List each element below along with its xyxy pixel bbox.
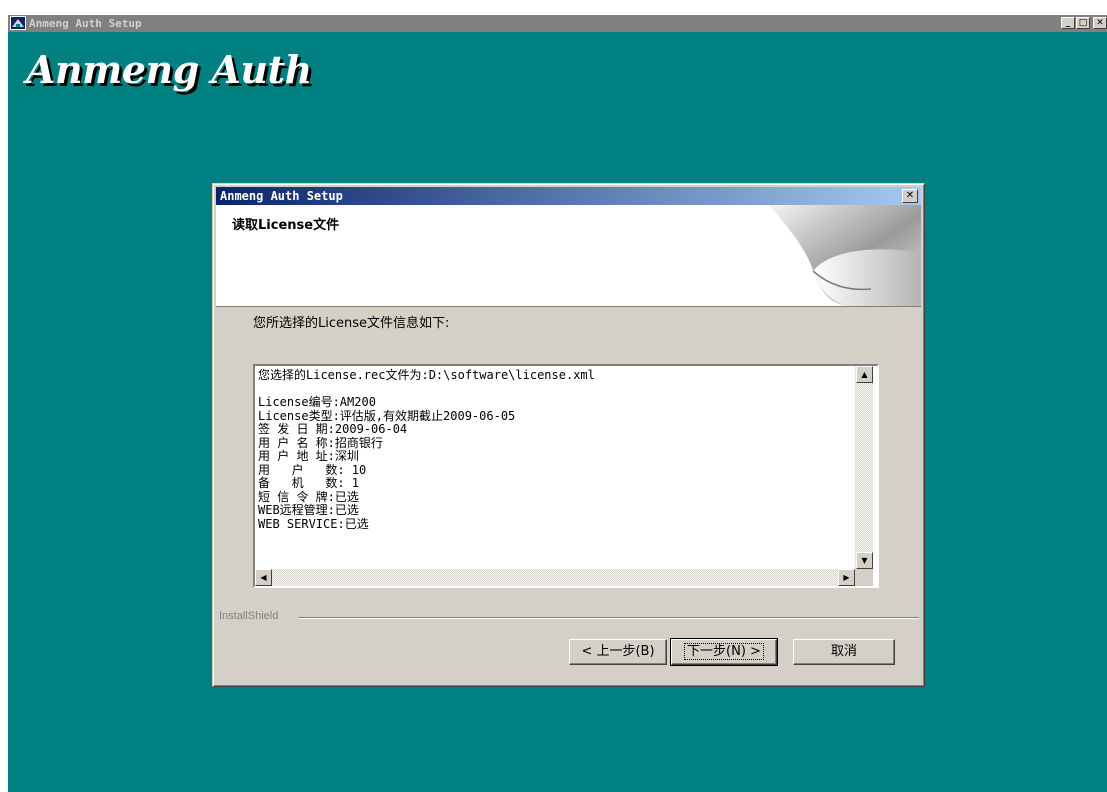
next-button[interactable]: 下一步(N) > xyxy=(670,638,778,666)
license-info-line: 短 信 令 牌:已选 xyxy=(258,489,359,504)
dialog-title: Anmeng Auth Setup xyxy=(220,189,343,203)
intro-text: 您所选择的License文件信息如下: xyxy=(253,316,450,331)
license-info-line: License编号:AM200 xyxy=(258,395,376,409)
dialog-titlebar[interactable]: Anmeng Auth Setup ✕ xyxy=(216,187,921,205)
license-info-line: WEB SERVICE:已选 xyxy=(258,516,369,531)
banner-title: Anmeng Auth xyxy=(26,47,312,92)
license-info-line: 您选择的License.rec文件为:D:\software\license.x… xyxy=(258,368,595,382)
setup-background: Anmeng Auth Setup _ □ ✕ Anmeng Auth Anme… xyxy=(8,15,1107,792)
license-info-line: WEB远程管理:已选 xyxy=(258,503,359,517)
setup-dialog: Anmeng Auth Setup ✕ 读取License文件 您所选择的Lic… xyxy=(212,183,925,687)
cancel-button[interactable]: 取消 xyxy=(793,639,895,665)
dialog-heading: 读取License文件 xyxy=(232,218,340,233)
close-window-button[interactable]: ✕ xyxy=(1093,17,1107,29)
maximize-button[interactable]: □ xyxy=(1076,17,1090,29)
license-info-textbox[interactable]: 您选择的License.rec文件为:D:\software\license.x… xyxy=(253,364,879,588)
installshield-label: InstallShield xyxy=(219,610,283,622)
license-info-line: License类型:评估版,有效期截止2009-06-05 xyxy=(258,408,516,423)
license-info-line: 用 户 名 称:招商银行 xyxy=(258,435,383,450)
horizontal-scrollbar[interactable]: ◀ ▶ xyxy=(255,569,855,586)
license-info-line: 签 发 日 期:2009-06-04 xyxy=(258,422,408,436)
main-window-titlebar[interactable]: Anmeng Auth Setup _ □ ✕ xyxy=(8,15,1107,32)
setup-app-icon xyxy=(10,16,26,30)
dialog-header-panel: 读取License文件 xyxy=(216,205,921,307)
license-info-line: 用 户 数: 10 xyxy=(258,462,367,477)
page-curl-graphic-icon xyxy=(769,205,921,306)
minimize-button[interactable]: _ xyxy=(1061,17,1075,29)
scroll-up-arrow-icon[interactable]: ▲ xyxy=(856,366,873,383)
license-info-line xyxy=(258,383,595,397)
scroll-left-arrow-icon[interactable]: ◀ xyxy=(255,569,272,586)
scrollbar-corner xyxy=(855,569,873,586)
back-button[interactable]: < 上一步(B) xyxy=(569,639,667,665)
license-info-content: 您选择的License.rec文件为:D:\software\license.x… xyxy=(258,368,595,531)
next-button-label: 下一步(N) > xyxy=(684,643,764,660)
dialog-close-button[interactable]: ✕ xyxy=(902,189,918,203)
scroll-right-arrow-icon[interactable]: ▶ xyxy=(838,569,855,586)
main-window-title: Anmeng Auth Setup xyxy=(29,17,142,30)
footer-separator xyxy=(299,617,919,619)
vertical-scrollbar[interactable]: ▲ ▼ xyxy=(855,366,873,569)
license-info-line: 备 机 数: 1 xyxy=(258,476,360,490)
license-info-line: 用 户 地 址:深圳 xyxy=(258,449,359,463)
scroll-down-arrow-icon[interactable]: ▼ xyxy=(856,552,873,569)
